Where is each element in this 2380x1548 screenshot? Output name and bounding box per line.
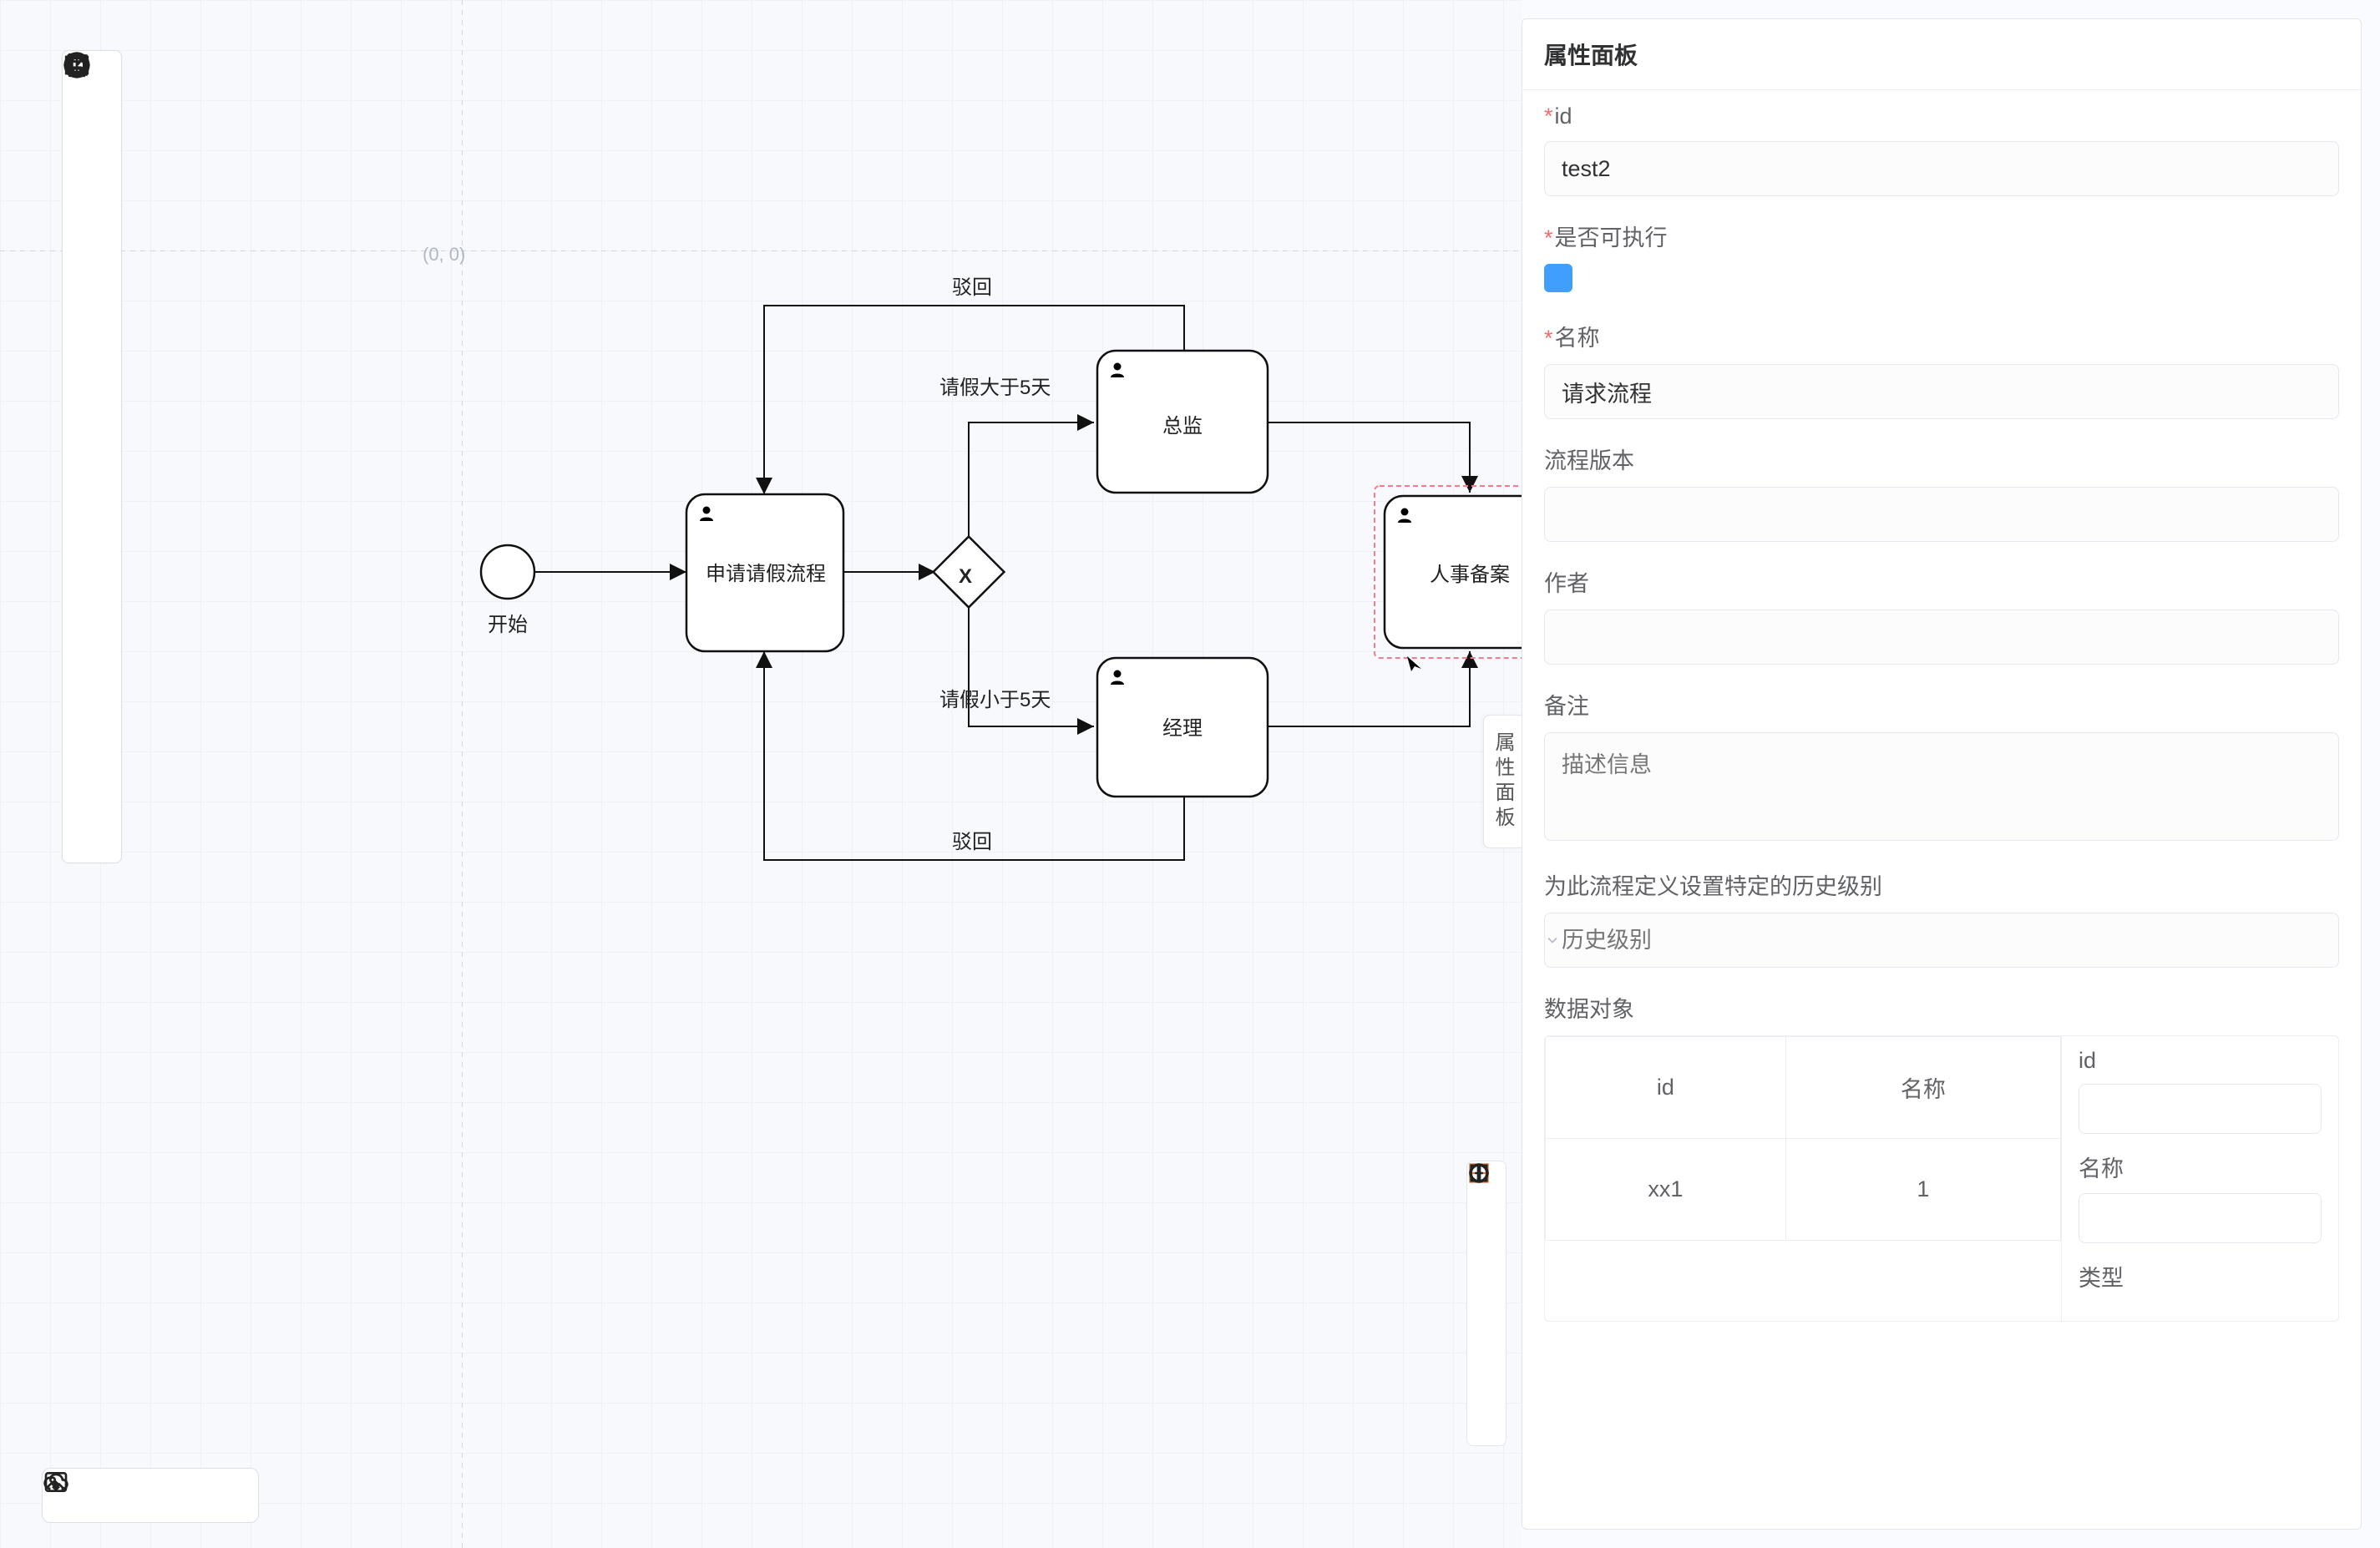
node-apply-label: 申请请假流程 bbox=[706, 563, 826, 585]
fit-screen-button[interactable] bbox=[1472, 1217, 1501, 1245]
lasso-tool[interactable] bbox=[73, 116, 111, 154]
field-remark-input[interactable] bbox=[1544, 732, 2339, 841]
field-version-input[interactable] bbox=[1544, 487, 2339, 542]
table-cell: 1 bbox=[1785, 1139, 2060, 1241]
edge-label-gt5: 请假大于5天 bbox=[939, 377, 1051, 399]
node-start-event[interactable] bbox=[481, 545, 534, 599]
table-header-id: id bbox=[1546, 1037, 1786, 1139]
field-name-input[interactable] bbox=[1544, 364, 2339, 419]
properties-panel: 属性面板 *id *是否可执行 *名称 流程版本 作者 备注 bbox=[1522, 18, 2362, 1530]
data-object-table: id 名称 xx1 1 bbox=[1545, 1036, 2061, 1241]
mini-name-input[interactable] bbox=[2079, 1193, 2322, 1243]
mini-type-label: 类型 bbox=[2079, 1260, 2322, 1293]
edge-label-reject-top: 驳回 bbox=[952, 276, 992, 299]
panel-collapse-tab[interactable]: 属性面板 bbox=[1483, 715, 1522, 848]
tool-palette bbox=[62, 50, 122, 863]
field-history-label: 为此流程定义设置特定的历史级别 bbox=[1544, 868, 2339, 901]
file-tray bbox=[42, 1468, 259, 1523]
table-cell: xx1 bbox=[1546, 1139, 1786, 1241]
table-row[interactable]: xx1 1 bbox=[1546, 1139, 2061, 1241]
node-director-label: 总监 bbox=[1162, 415, 1203, 438]
data-object-tool[interactable] bbox=[73, 642, 111, 680]
zoom-out-button[interactable] bbox=[1472, 1410, 1501, 1439]
data-object-section-label: 数据对象 bbox=[1544, 991, 2339, 1024]
node-hr-label: 人事备案 bbox=[1430, 564, 1510, 586]
task-tool[interactable] bbox=[73, 525, 111, 564]
node-manager-label: 经理 bbox=[1162, 717, 1203, 740]
group-tool[interactable] bbox=[73, 817, 111, 856]
field-id-label: *id bbox=[1544, 104, 2339, 129]
field-executable-checkbox[interactable] bbox=[1544, 264, 1572, 292]
field-version-label: 流程版本 bbox=[1544, 443, 2339, 475]
data-object-table-scroll[interactable]: id 名称 xx1 1 bbox=[1545, 1036, 2061, 1321]
data-store-tool[interactable] bbox=[73, 701, 111, 739]
export-image-button[interactable] bbox=[203, 1480, 235, 1511]
view-tools bbox=[1466, 1161, 1506, 1446]
mini-id-input[interactable] bbox=[2079, 1084, 2322, 1134]
fullscreen-button[interactable] bbox=[1472, 1265, 1501, 1293]
upload-cloud-button[interactable] bbox=[66, 1480, 98, 1511]
end-event-tool[interactable] bbox=[73, 408, 111, 447]
panel-title: 属性面板 bbox=[1522, 19, 2361, 90]
gateway-tool[interactable] bbox=[73, 467, 111, 505]
field-remark-label: 备注 bbox=[1544, 688, 2339, 721]
field-author-input[interactable] bbox=[1544, 610, 2339, 665]
edge-director-hr[interactable] bbox=[1268, 422, 1470, 493]
field-author-label: 作者 bbox=[1544, 565, 2339, 598]
edge-label-lt5: 请假小于5天 bbox=[939, 689, 1051, 711]
bpmn-canvas[interactable]: (0, 0) 请假大于5天 请假小于5天 驳回 驳回 bbox=[0, 0, 1522, 1548]
gateway-symbol: X bbox=[959, 565, 972, 588]
subprocess-tool[interactable] bbox=[73, 584, 111, 622]
field-executable-label: *是否可执行 bbox=[1544, 220, 2339, 252]
zoom-in-button[interactable] bbox=[1472, 1362, 1501, 1390]
connector-tool[interactable] bbox=[73, 233, 111, 271]
download-cloud-button[interactable] bbox=[134, 1480, 166, 1511]
pool-tool[interactable] bbox=[73, 759, 111, 797]
start-event-tool[interactable] bbox=[73, 291, 111, 330]
mini-name-label: 名称 bbox=[2079, 1151, 2322, 1183]
node-start-label: 开始 bbox=[488, 614, 528, 636]
intermediate-event-tool[interactable] bbox=[73, 350, 111, 388]
table-header-name: 名称 bbox=[1785, 1037, 2060, 1139]
field-name-label: *名称 bbox=[1544, 320, 2339, 352]
field-id-input[interactable] bbox=[1544, 141, 2339, 196]
mini-id-label: id bbox=[2079, 1048, 2322, 1074]
docs-button[interactable] bbox=[1472, 1313, 1501, 1342]
space-tool[interactable] bbox=[73, 175, 111, 213]
edge-manager-hr[interactable] bbox=[1268, 651, 1470, 726]
edge-label-reject-bottom: 驳回 bbox=[952, 831, 992, 853]
field-history-select[interactable] bbox=[1544, 913, 2339, 968]
edge-gate-director[interactable] bbox=[969, 422, 1094, 539]
